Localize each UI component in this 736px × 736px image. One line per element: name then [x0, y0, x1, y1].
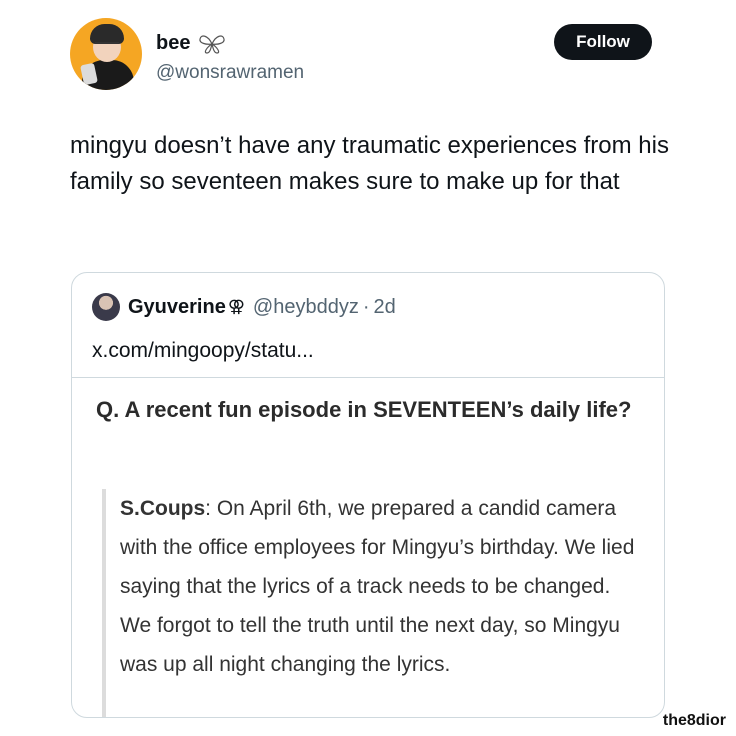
- follow-button[interactable]: Follow: [554, 24, 652, 60]
- answer-blockquote-bar: [102, 489, 106, 717]
- answer-speaker: S.Coups: [120, 497, 206, 520]
- quote-header: Gyuverine ⚢ @heybddyz · 2d: [92, 293, 396, 321]
- quote-separator: ·: [362, 295, 370, 318]
- watermark: the8dior: [662, 712, 726, 729]
- quote-author-handle[interactable]: @heybddyz: [253, 296, 359, 319]
- butterfly-wings-icon: [199, 34, 226, 54]
- author-handle[interactable]: @wonsrawramen: [156, 62, 304, 84]
- quote-author-name[interactable]: Gyuverine: [128, 296, 226, 319]
- author-display-name[interactable]: bee: [156, 32, 190, 55]
- answer-text: : On April 6th, we prepared a candid cam…: [120, 497, 635, 676]
- author-avatar[interactable]: [70, 18, 142, 90]
- quote-timestamp[interactable]: 2d: [374, 296, 396, 319]
- quoted-tweet-card[interactable]: Gyuverine ⚢ @heybddyz · 2d x.com/mingoop…: [71, 272, 665, 718]
- quote-link[interactable]: x.com/mingoopy/statu...: [92, 339, 314, 363]
- tweet-text: mingyu doesn’t have any traumatic experi…: [70, 132, 669, 195]
- quote-image-answer: S.Coups: On April 6th, we prepared a can…: [120, 489, 640, 684]
- author-name-row: bee: [156, 32, 226, 55]
- quote-name-emoji: ⚢: [227, 297, 245, 317]
- quote-image-question: Q. A recent fun episode in SEVENTEEN’s d…: [96, 397, 632, 422]
- quote-author-avatar[interactable]: [92, 293, 120, 321]
- quote-divider: [72, 377, 664, 378]
- tweet-header: bee @wonsrawramen Follow: [70, 18, 670, 98]
